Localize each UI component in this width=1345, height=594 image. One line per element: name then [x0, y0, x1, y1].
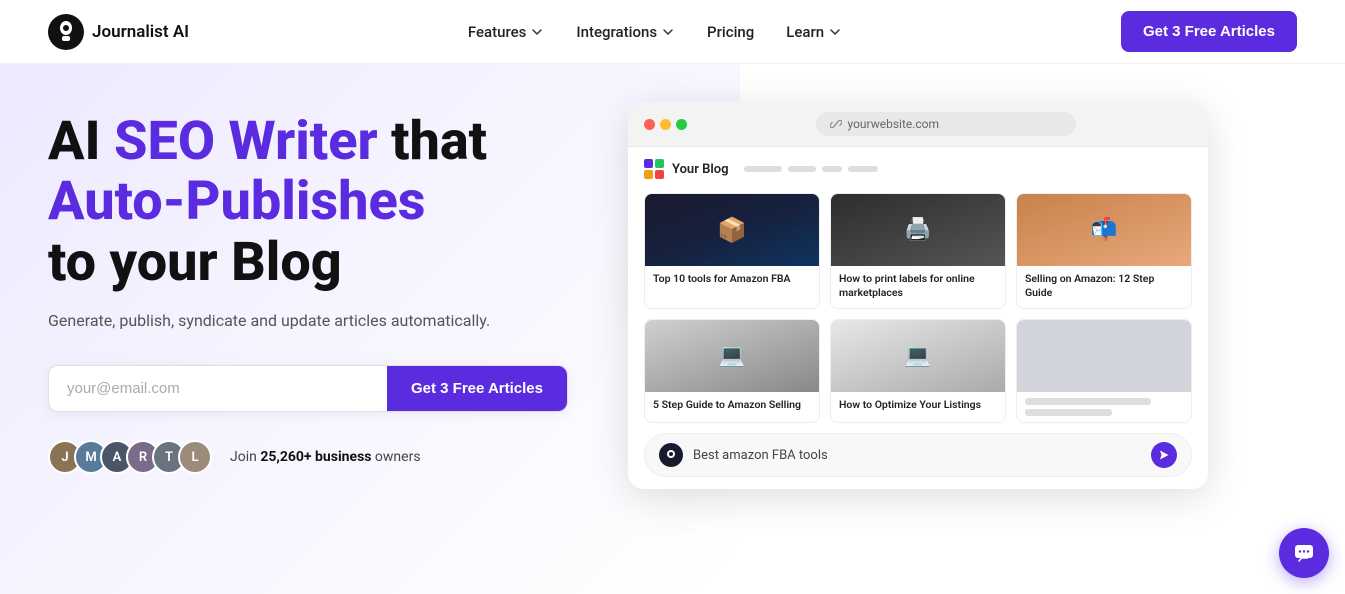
social-proof: J M A R T L Join 25,260+ business owners: [48, 440, 588, 474]
chevron-down-icon: [661, 25, 675, 39]
article-title: Top 10 tools for Amazon FBA: [645, 266, 819, 294]
blog-logo-sq-2: [655, 159, 664, 168]
article-card: Selling on Amazon: 12 Step Guide: [1016, 193, 1192, 309]
blog-name: Your Blog: [672, 162, 728, 177]
blog-nav-line: [744, 166, 782, 172]
link-icon: [830, 118, 842, 130]
navbar: Journalist AI Features Integrations Pric…: [0, 0, 1345, 64]
logo-icon: [48, 14, 84, 50]
blog-logo-sq-3: [644, 170, 653, 179]
nav-integrations[interactable]: Integrations: [576, 23, 675, 41]
chat-input-text: Best amazon FBA tools: [693, 448, 1141, 463]
article-card: How to Optimize Your Listings: [830, 319, 1006, 423]
email-input[interactable]: [49, 366, 387, 411]
email-form: Get 3 Free Articles: [48, 365, 568, 412]
nav-learn[interactable]: Learn: [786, 23, 842, 41]
social-proof-text: Join 25,260+ business owners: [230, 449, 421, 465]
nav-pricing[interactable]: Pricing: [707, 23, 754, 41]
article-card: How to print labels for online marketpla…: [830, 193, 1006, 309]
get-articles-button[interactable]: Get 3 Free Articles: [387, 366, 567, 411]
blog-nav-lines: [744, 166, 878, 172]
article-image-delivery: [1017, 194, 1191, 266]
blog-logo-grid: [644, 159, 664, 179]
browser-url-bar[interactable]: yourwebsite.com: [816, 112, 1076, 136]
article-card-placeholder: [1016, 319, 1192, 423]
nav-features[interactable]: Features: [468, 23, 544, 41]
browser-url-text: yourwebsite.com: [848, 117, 940, 131]
browser-content: Your Blog Top 10 tools for Amazon FBA: [628, 147, 1208, 489]
chat-bubble-icon: [1293, 542, 1315, 564]
avatar-group: J M A R T L: [48, 440, 204, 474]
article-title: How to print labels for online marketpla…: [831, 266, 1005, 308]
hero-section: AI SEO Writer that Auto-Publishes to you…: [48, 112, 628, 474]
browser-bar: yourwebsite.com: [628, 102, 1208, 147]
blog-logo-sq-1: [644, 159, 653, 168]
logo-text: Journalist AI: [92, 22, 189, 42]
blog-logo-sq-4: [655, 170, 664, 179]
article-title: How to Optimize Your Listings: [831, 392, 1005, 420]
browser-dot-yellow: [660, 119, 671, 130]
browser-mockup: yourwebsite.com Your Blog: [628, 102, 1208, 489]
avatar: L: [178, 440, 212, 474]
browser-dots: [644, 119, 687, 130]
blog-nav-line: [848, 166, 878, 172]
bot-icon: [664, 448, 678, 462]
main-content: AI SEO Writer that Auto-Publishes to you…: [0, 64, 1345, 489]
browser-dot-green: [676, 119, 687, 130]
hero-headline: AI SEO Writer that Auto-Publishes to you…: [48, 112, 588, 293]
article-image-laptop: [645, 320, 819, 392]
chat-bubble-button[interactable]: [1279, 528, 1329, 578]
articles-grid: Top 10 tools for Amazon FBA How to print…: [644, 193, 1192, 423]
article-image-amazon: [645, 194, 819, 266]
article-placeholder-line: [1025, 409, 1112, 416]
send-icon: [1158, 449, 1170, 461]
article-title: Selling on Amazon: 12 Step Guide: [1017, 266, 1191, 308]
article-card: 5 Step Guide to Amazon Selling: [644, 319, 820, 423]
navbar-cta-button[interactable]: Get 3 Free Articles: [1121, 11, 1297, 52]
chevron-down-icon: [828, 25, 842, 39]
article-placeholder-line: [1025, 398, 1151, 405]
article-card: Top 10 tools for Amazon FBA: [644, 193, 820, 309]
article-image-printer: [831, 194, 1005, 266]
browser-dot-red: [644, 119, 655, 130]
article-placeholder-image: [1017, 320, 1191, 392]
blog-header: Your Blog: [644, 159, 1192, 179]
navbar-nav: Features Integrations Pricing Learn: [468, 23, 842, 41]
navbar-brand: Journalist AI: [48, 14, 189, 50]
chevron-down-icon: [530, 25, 544, 39]
browser-chat-logo: [659, 443, 683, 467]
blog-nav-line: [822, 166, 842, 172]
article-image-laptop2: [831, 320, 1005, 392]
hero-subtext: Generate, publish, syndicate and update …: [48, 309, 588, 333]
browser-chat-bar[interactable]: Best amazon FBA tools: [644, 433, 1192, 477]
chat-send-button[interactable]: [1151, 442, 1177, 468]
article-title: 5 Step Guide to Amazon Selling: [645, 392, 819, 420]
blog-nav-line: [788, 166, 816, 172]
